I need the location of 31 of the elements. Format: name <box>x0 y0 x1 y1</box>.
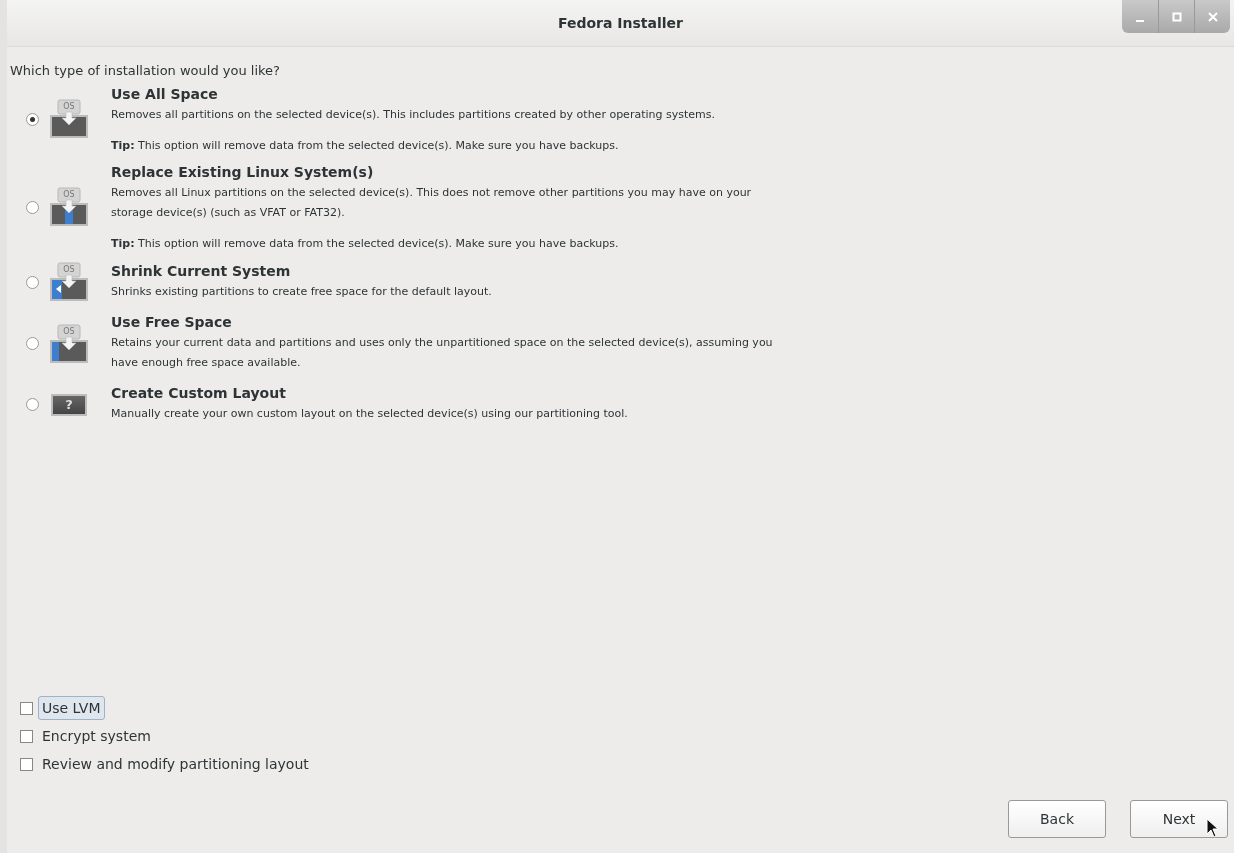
option-title: Use All Space <box>111 86 219 102</box>
option-title: Create Custom Layout <box>111 385 287 401</box>
checkbox-label[interactable]: Use LVM <box>38 696 105 720</box>
option-description: Manually create your own custom layout on the selected device(s) using our partitioning tool. <box>111 406 628 422</box>
maximize-icon <box>1171 11 1182 22</box>
option-title: Shrink Current System <box>111 262 292 279</box>
next-button[interactable]: Next <box>1130 800 1228 838</box>
checkbox[interactable] <box>20 701 33 715</box>
minimize-icon <box>1136 19 1144 22</box>
option-description: Retains your current data and partitions and uses only the unpartitioned space on the selected device(s), assuming you have enough free space available. <box>111 335 774 371</box>
close-icon <box>1207 11 1218 22</box>
window-title: Fedora Installer <box>558 15 683 31</box>
checkbox[interactable] <box>20 729 33 743</box>
option-description: Removes all Linux partitions on the selected device(s). This does not remove other partitions you may have on your storage device(s) (such as VFAT or FAT32). <box>111 185 753 221</box>
radio-button[interactable] <box>26 275 39 289</box>
back-button[interactable]: Back <box>1008 800 1106 838</box>
checkbox-label[interactable]: Encrypt system <box>38 724 155 748</box>
option-tip: Tip: This option will remove data from the selected device(s). Make sure you have backups. <box>111 237 620 250</box>
mouse-cursor-icon <box>1206 818 1220 838</box>
option-title: Replace Existing Linux System(s) <box>111 164 375 180</box>
radio-button[interactable] <box>26 337 39 350</box>
option-tip: Tip: This option will remove data from the selected device(s). Make sure you have backups. <box>111 139 620 152</box>
option-description: Removes all partitions on the selected device(s). This includes partitions created by other operating systems. <box>111 107 715 123</box>
checkbox-label[interactable]: Review and modify partitioning layout <box>38 752 313 776</box>
radio-button[interactable] <box>26 398 39 411</box>
radio-button[interactable] <box>26 112 39 126</box>
option-title: Use Free Space <box>111 314 233 330</box>
option-description: Shrinks existing partitions to create free space for the default layout. <box>111 283 492 300</box>
checkbox[interactable] <box>20 757 33 771</box>
question-text: Which type of installation would you like? <box>10 63 281 78</box>
radio-button[interactable] <box>26 200 39 214</box>
